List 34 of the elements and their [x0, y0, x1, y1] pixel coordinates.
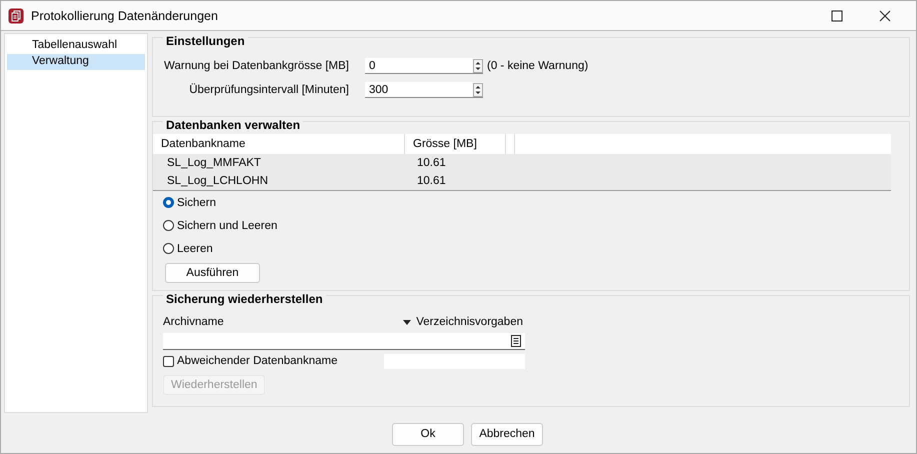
table-cell-text: 10.61	[416, 157, 447, 169]
sidebar-item[interactable]: Verwaltung	[7, 54, 145, 70]
directory-dropdown[interactable]: Verzeichnisvorgaben	[403, 316, 523, 328]
field-label: Überprüfungsintervall [Minuten]	[188, 84, 349, 96]
radio-option[interactable]: Sichern und Leeren	[163, 214, 278, 237]
field-label: Archivname	[163, 316, 224, 328]
list-icon[interactable]	[510, 335, 522, 347]
radio-option[interactable]: Sichern	[163, 191, 216, 214]
maximize-icon[interactable]	[831, 10, 843, 22]
app-icon	[8, 8, 24, 24]
archive-field[interactable]	[163, 333, 525, 350]
radio-option[interactable]: Leeren	[163, 237, 213, 260]
cancel-button[interactable]: Abbrechen	[471, 422, 543, 446]
sidebar-item[interactable]: Tabellenauswahl	[7, 38, 145, 54]
table-cell-text: 10.61	[416, 175, 447, 187]
ok-button[interactable]: Ok	[392, 422, 464, 446]
field-hint: (0 - keine Warnung)	[487, 60, 588, 72]
group-title: Datenbanken verwalten	[163, 118, 304, 132]
group-title: Sicherung wiederherstellen	[163, 292, 326, 306]
table-cell-text: SL_Log_LCHLOHN	[166, 175, 270, 187]
number-field[interactable]: 0	[365, 58, 483, 74]
spinner-icon[interactable]	[473, 82, 483, 96]
column-header[interactable]: Datenbankname	[153, 134, 405, 154]
table-cell-text: SL_Log_MMFAKT	[166, 157, 262, 169]
spinner-icon[interactable]	[473, 58, 483, 72]
checkbox[interactable]: Abweichender Datenbankname	[163, 355, 384, 367]
dropdown-arrow-icon	[403, 320, 412, 324]
window-title: Protokollierung Datenänderungen	[31, 8, 218, 22]
execute-button[interactable]: Ausführen	[165, 263, 260, 283]
group-title: Einstellungen	[163, 34, 248, 48]
close-icon[interactable]	[879, 10, 891, 22]
column-header[interactable]: Grösse [MB]	[405, 134, 506, 154]
field-label: Warnung bei Datenbankgrösse [MB]	[163, 60, 349, 72]
number-field[interactable]: 300	[365, 82, 483, 98]
